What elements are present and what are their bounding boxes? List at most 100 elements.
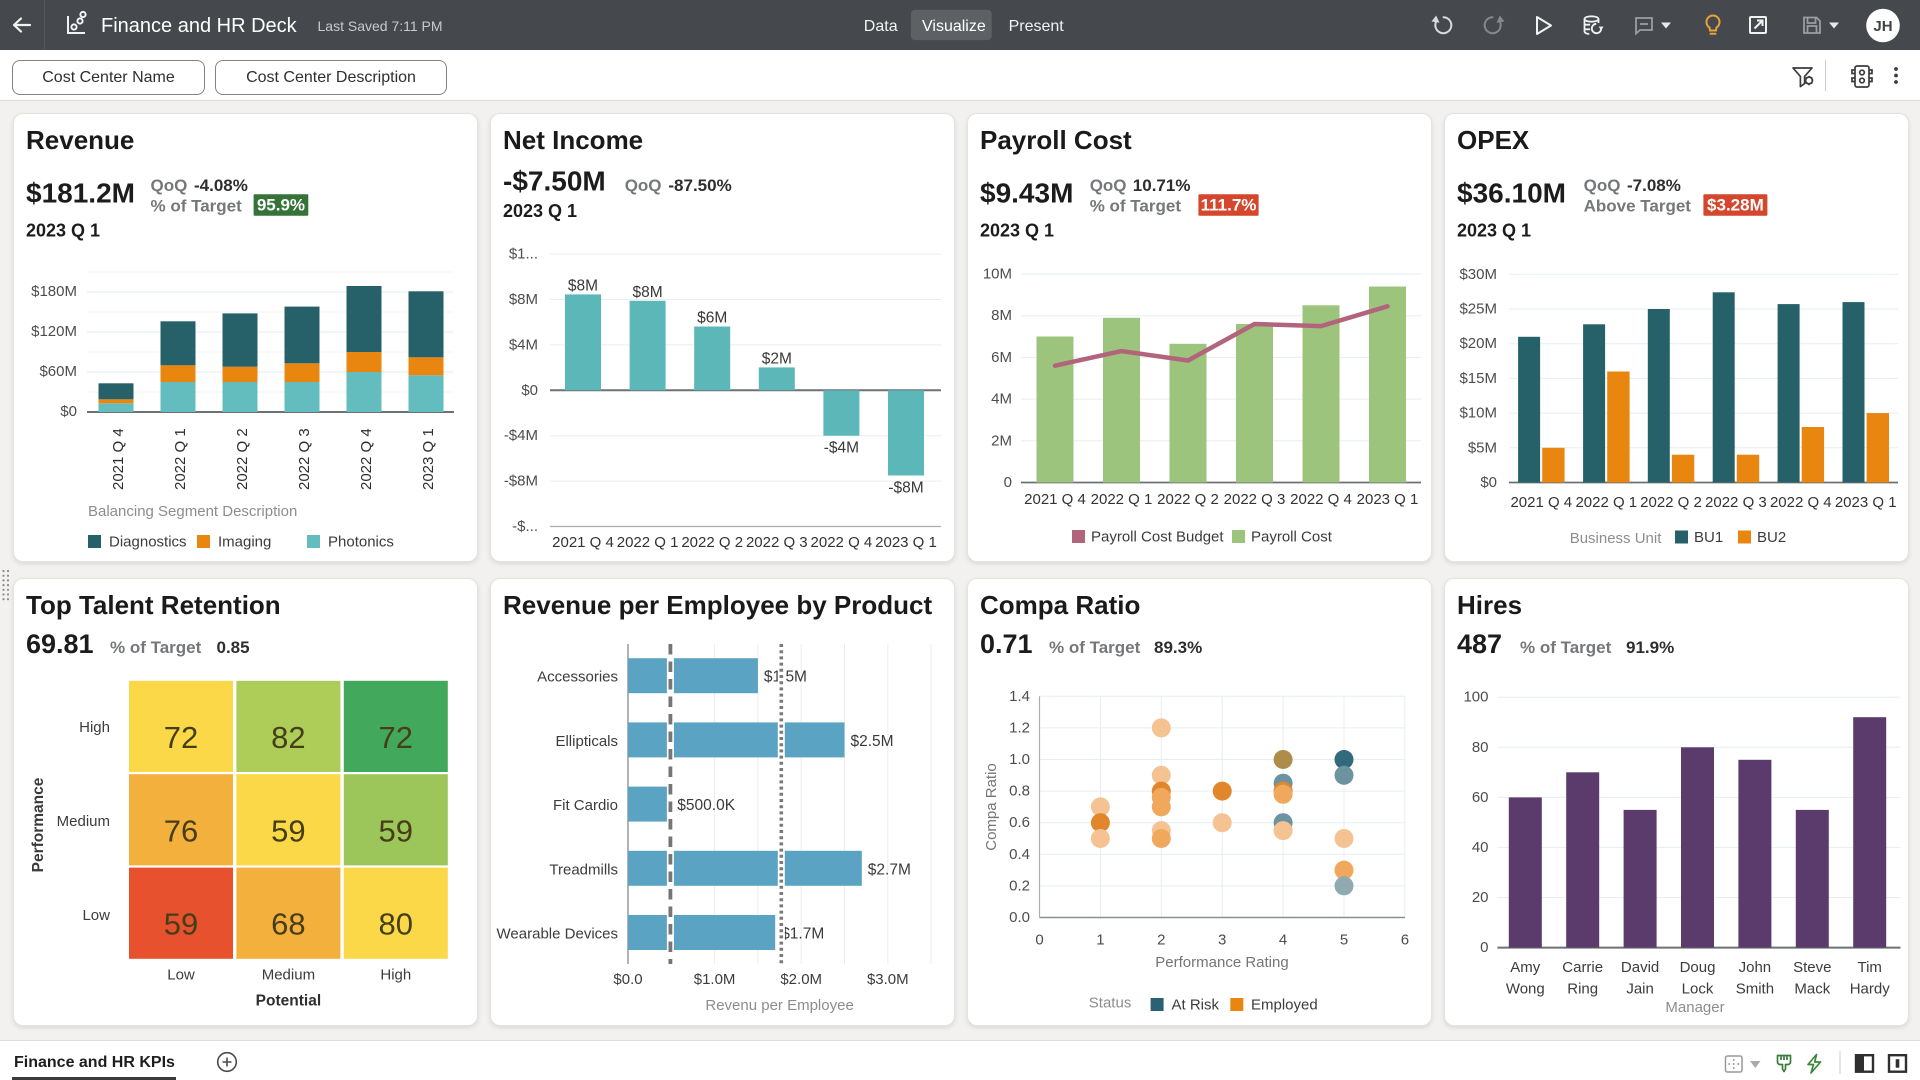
svg-text:$3.28M: $3.28M — [1707, 196, 1764, 215]
svg-text:BU1: BU1 — [1694, 529, 1723, 546]
svg-text:-7.08%: -7.08% — [1627, 176, 1681, 195]
svg-text:-$...: -$... — [512, 518, 538, 535]
svg-text:$180M: $180M — [31, 283, 77, 300]
svg-text:QoQ: QoQ — [1584, 176, 1621, 195]
svg-text:0.85: 0.85 — [217, 638, 250, 657]
svg-text:$0: $0 — [1480, 474, 1497, 491]
svg-text:% of Target: % of Target — [151, 196, 243, 215]
svg-text:Treadmills: Treadmills — [549, 861, 618, 878]
svg-text:2022 Q 2: 2022 Q 2 — [1157, 491, 1219, 508]
svg-text:Performance Rating: Performance Rating — [1155, 954, 1288, 971]
svg-text:1: 1 — [1096, 931, 1104, 948]
svg-text:Diagnostics: Diagnostics — [109, 534, 187, 551]
svg-text:60: 60 — [1472, 789, 1489, 806]
svg-text:0.8: 0.8 — [1009, 783, 1030, 800]
svg-text:80: 80 — [379, 907, 413, 942]
svg-text:High: High — [79, 719, 110, 736]
svg-text:Wearable Devices: Wearable Devices — [497, 926, 618, 943]
svg-text:Wong: Wong — [1506, 981, 1545, 998]
svg-text:-4.08%: -4.08% — [194, 176, 248, 195]
svg-text:Visualize: Visualize — [922, 18, 986, 35]
svg-text:10.71%: 10.71% — [1133, 176, 1191, 195]
svg-text:69.81: 69.81 — [26, 629, 94, 659]
svg-text:Employed: Employed — [1251, 997, 1318, 1014]
svg-text:Hires: Hires — [1457, 590, 1522, 620]
svg-text:2023 Q 1: 2023 Q 1 — [1357, 491, 1419, 508]
svg-text:89.3%: 89.3% — [1154, 638, 1202, 657]
svg-text:0.6: 0.6 — [1009, 814, 1030, 831]
svg-text:$2.7M: $2.7M — [868, 861, 911, 878]
svg-text:QoQ: QoQ — [625, 176, 662, 195]
svg-text:5: 5 — [1340, 931, 1348, 948]
svg-text:$8M: $8M — [633, 284, 663, 301]
svg-text:$8M: $8M — [568, 277, 598, 294]
svg-text:2023 Q 1: 2023 Q 1 — [1457, 220, 1531, 240]
svg-text:72: 72 — [379, 720, 413, 755]
svg-text:2021 Q 4: 2021 Q 4 — [110, 428, 127, 490]
svg-text:$500.0K: $500.0K — [677, 797, 735, 814]
svg-text:82: 82 — [271, 720, 305, 755]
svg-text:David: David — [1621, 959, 1659, 976]
svg-text:$120M: $120M — [31, 323, 77, 340]
svg-text:Hardy: Hardy — [1850, 981, 1891, 998]
svg-text:$9.43M: $9.43M — [980, 178, 1073, 209]
svg-text:20: 20 — [1472, 889, 1489, 906]
svg-text:76: 76 — [164, 813, 198, 848]
svg-text:$6M: $6M — [697, 310, 727, 327]
svg-text:$1.0M: $1.0M — [694, 971, 736, 988]
svg-text:$1...: $1... — [509, 246, 538, 263]
svg-text:QoQ: QoQ — [151, 176, 188, 195]
svg-text:487: 487 — [1457, 629, 1502, 659]
svg-text:6M: 6M — [991, 349, 1012, 366]
svg-text:Compa Ratio: Compa Ratio — [980, 590, 1140, 620]
svg-text:6: 6 — [1401, 931, 1409, 948]
svg-text:3: 3 — [1218, 931, 1226, 948]
svg-text:2022 Q 1: 2022 Q 1 — [1091, 491, 1153, 508]
svg-text:Payroll Cost: Payroll Cost — [1251, 529, 1333, 546]
svg-text:Jain: Jain — [1626, 981, 1654, 998]
svg-text:$4M: $4M — [509, 336, 538, 353]
svg-text:0.0: 0.0 — [1009, 909, 1030, 926]
svg-text:2M: 2M — [991, 432, 1012, 449]
svg-text:59: 59 — [379, 813, 413, 848]
svg-text:2022 Q 2: 2022 Q 2 — [234, 428, 251, 490]
svg-text:Revenue per Employee by Produc: Revenue per Employee by Product — [503, 590, 932, 620]
svg-text:$2.5M: $2.5M — [851, 733, 894, 750]
svg-text:Payroll Cost: Payroll Cost — [980, 125, 1132, 155]
svg-text:-$4M: -$4M — [504, 427, 538, 444]
svg-text:0: 0 — [1035, 931, 1043, 948]
svg-text:$25M: $25M — [1459, 301, 1497, 318]
svg-text:Fit Cardio: Fit Cardio — [553, 797, 618, 814]
svg-text:100: 100 — [1463, 689, 1488, 706]
svg-text:% of Target: % of Target — [110, 638, 202, 657]
svg-text:10M: 10M — [983, 266, 1012, 283]
svg-text:-$8M: -$8M — [504, 473, 538, 490]
svg-text:2021 Q 4: 2021 Q 4 — [552, 534, 614, 551]
svg-text:Above Target: Above Target — [1584, 196, 1692, 215]
svg-text:Low: Low — [82, 907, 110, 924]
svg-text:8M: 8M — [991, 307, 1012, 324]
svg-text:$30M: $30M — [1459, 266, 1497, 283]
svg-text:80: 80 — [1472, 739, 1489, 756]
svg-text:BU2: BU2 — [1757, 529, 1786, 546]
svg-text:2022 Q 4: 2022 Q 4 — [1770, 494, 1832, 511]
svg-text:Mack: Mack — [1794, 981, 1830, 998]
svg-text:2023 Q 1: 2023 Q 1 — [980, 220, 1054, 240]
svg-text:% of Target: % of Target — [1520, 638, 1612, 657]
svg-text:At Risk: At Risk — [1172, 997, 1220, 1014]
svg-text:Revenue: Revenue — [26, 125, 134, 155]
svg-text:2022 Q 2: 2022 Q 2 — [1640, 494, 1702, 511]
svg-text:$181.2M: $181.2M — [26, 178, 135, 209]
svg-text:40: 40 — [1472, 839, 1489, 856]
svg-text:Potential: Potential — [256, 993, 321, 1010]
svg-text:$0.0: $0.0 — [613, 971, 642, 988]
svg-text:Present: Present — [1009, 18, 1065, 35]
svg-text:2022 Q 3: 2022 Q 3 — [746, 534, 808, 551]
svg-text:$36.10M: $36.10M — [1457, 178, 1566, 209]
svg-text:High: High — [380, 966, 411, 983]
svg-text:-$7.50M: -$7.50M — [503, 166, 606, 197]
svg-text:Finance and HR Deck: Finance and HR Deck — [101, 15, 298, 37]
svg-text:59: 59 — [271, 813, 305, 848]
svg-text:2022 Q 3: 2022 Q 3 — [1224, 491, 1286, 508]
svg-text:$10M: $10M — [1459, 405, 1497, 422]
